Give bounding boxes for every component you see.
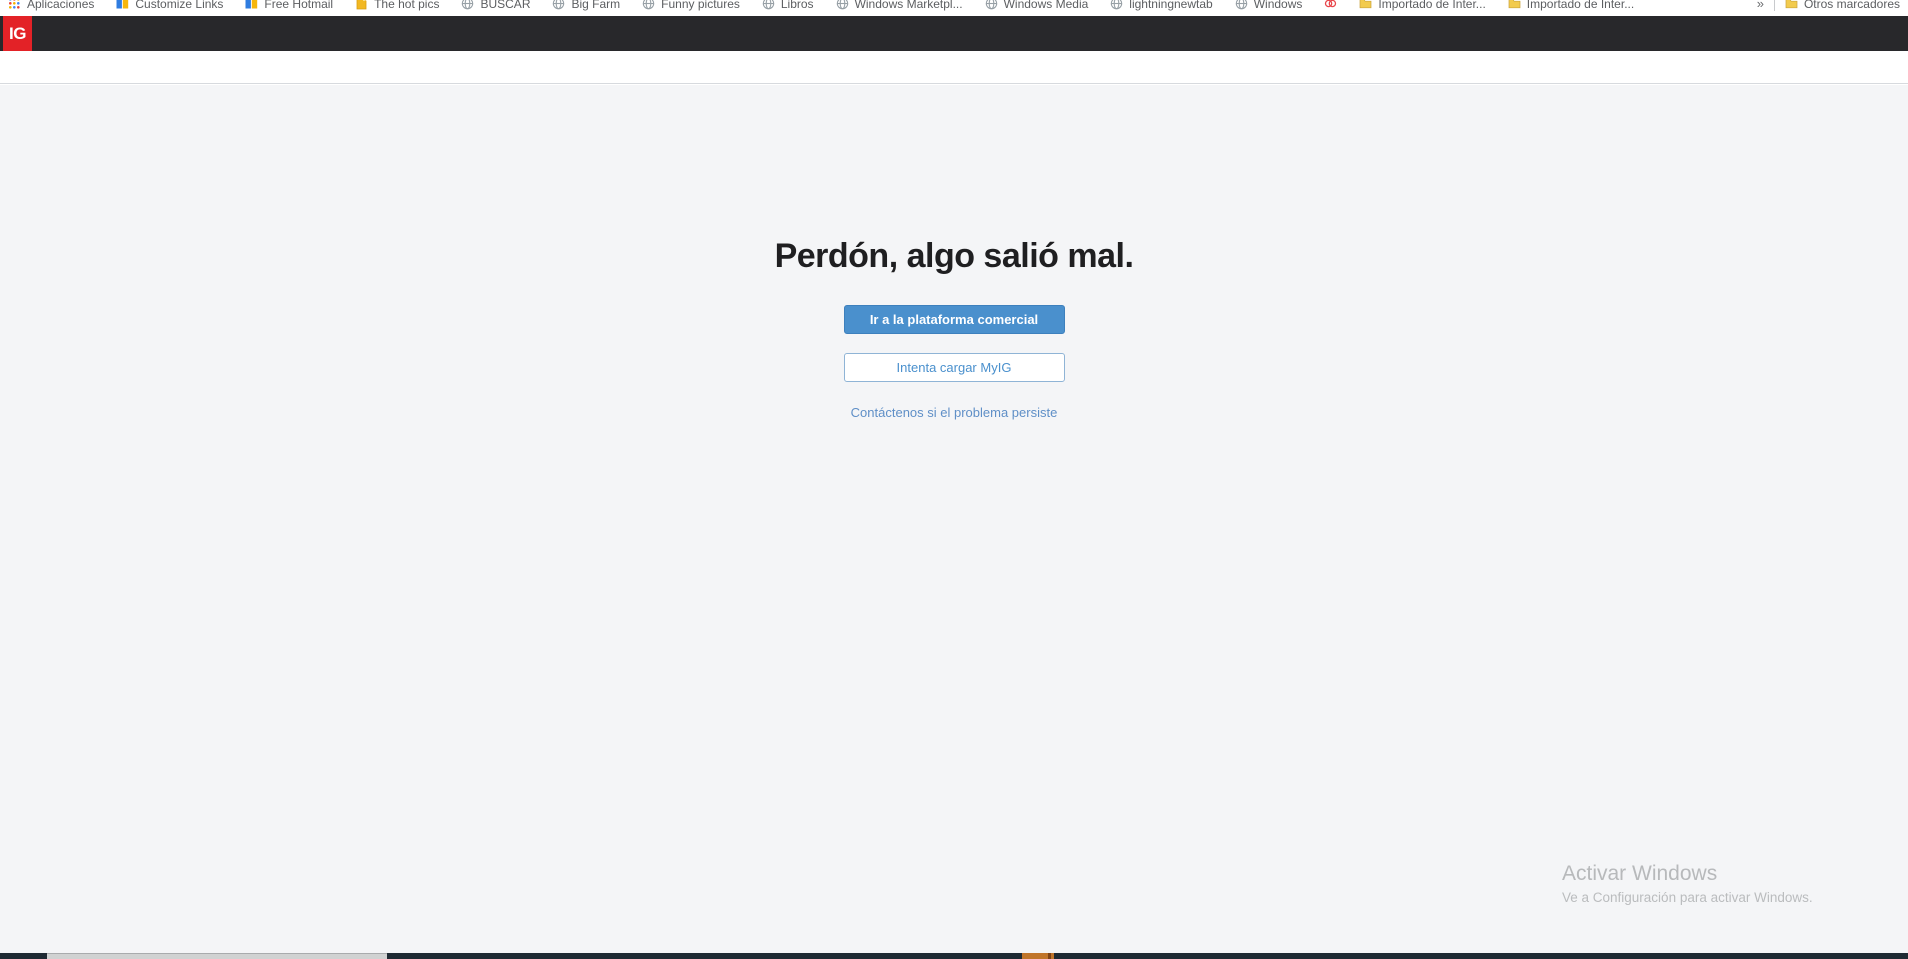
- bookmarks-row: Aplicaciones Customize Links Free Hotmail T…: [0, 0, 1908, 16]
- activate-windows-watermark: Activar Windows Ve a Configuración para …: [1562, 862, 1813, 905]
- watermark-subtitle: Ve a Configuración para activar Windows.: [1562, 890, 1813, 905]
- bookmark-label: Windows Marketpl...: [854, 0, 963, 11]
- bookmark-label: Windows Media: [1003, 0, 1089, 11]
- bookmark-item[interactable]: Importado de Inter...: [1359, 0, 1486, 11]
- bookmark-label: Funny pictures: [661, 0, 740, 11]
- error-block: Perdón, algo salió mal. Ir a la platafor…: [0, 236, 1908, 422]
- bookmark-item[interactable]: Big Farm: [552, 0, 620, 11]
- ig-logo[interactable]: IG: [3, 16, 32, 51]
- bookmark-item[interactable]: The hot pics: [355, 0, 439, 11]
- sub-header-band: [0, 51, 1908, 84]
- bookmark-item[interactable]: Windows: [1235, 0, 1303, 11]
- bookmark-label: Windows: [1253, 0, 1303, 11]
- ie-blue-yellow-icon: [245, 0, 258, 10]
- folder-icon: [1785, 0, 1798, 10]
- bookmark-item[interactable]: Funny pictures: [642, 0, 740, 11]
- bookmark-item[interactable]: Customize Links: [116, 0, 223, 11]
- orange-marker: [1022, 953, 1054, 959]
- watermark-title: Activar Windows: [1562, 862, 1718, 885]
- bookmark-item[interactable]: Aplicaciones: [8, 0, 94, 11]
- bottom-scrollbar-track: [0, 953, 1908, 959]
- bookmark-label: Free Hotmail: [264, 0, 334, 11]
- folder-icon: [1508, 0, 1521, 10]
- bookmarks-bar: Aplicaciones Customize Links Free Hotmail T…: [0, 0, 1908, 16]
- airbnb-icon: [1324, 0, 1337, 10]
- bookmark-label: Customize Links: [135, 0, 224, 11]
- globe-icon: [552, 0, 565, 10]
- bookmark-item[interactable]: Free Hotmail: [245, 0, 333, 11]
- bookmark-item[interactable]: Windows Marketpl...: [836, 0, 963, 11]
- app-header: IG: [0, 16, 1908, 51]
- globe-icon: [1110, 0, 1123, 10]
- other-bookmarks-button[interactable]: Otros marcadores: [1785, 0, 1900, 11]
- bookmark-label: BUSCAR: [480, 0, 531, 11]
- bookmarks-divider: [1773, 0, 1775, 11]
- globe-icon: [642, 0, 655, 10]
- bookmark-label: Importado de Inter...: [1526, 0, 1635, 11]
- bookmark-item[interactable]: Importado de Inter...: [1508, 0, 1634, 11]
- globe-icon: [836, 0, 849, 10]
- contact-us-link[interactable]: Contáctenos si el problema persiste: [851, 405, 1058, 420]
- globe-icon: [762, 0, 775, 10]
- go-to-platform-button[interactable]: Ir a la plataforma comercial: [843, 305, 1065, 334]
- bookmark-label: Big Farm: [571, 0, 621, 11]
- apps-grid-icon: [8, 0, 21, 10]
- yellow-page-icon: [355, 0, 368, 10]
- load-myig-button[interactable]: Intenta cargar MyIG: [843, 353, 1065, 382]
- bookmark-label: Aplicaciones: [27, 0, 95, 11]
- other-bookmarks-label: Otros marcadores: [1803, 0, 1900, 11]
- bookmark-label: Importado de Inter...: [1378, 0, 1486, 11]
- main-content: Perdón, algo salió mal. Ir a la platafor…: [0, 85, 1908, 953]
- globe-icon: [461, 0, 474, 10]
- ie-blue-yellow-icon: [116, 0, 129, 10]
- error-title: Perdón, algo salió mal.: [774, 237, 1134, 275]
- globe-icon: [1235, 0, 1248, 10]
- bookmarks-overflow-chevron[interactable]: »: [1757, 0, 1764, 11]
- bookmark-label: Libros: [780, 0, 814, 11]
- bookmark-label: lightningnewtab: [1129, 0, 1213, 11]
- scrollbar-thumb[interactable]: [47, 953, 387, 959]
- bookmark-item[interactable]: Libros: [762, 0, 814, 11]
- globe-icon: [985, 0, 998, 10]
- bookmark-item[interactable]: lightningnewtab: [1110, 0, 1213, 11]
- bookmark-item[interactable]: Windows Media: [985, 0, 1089, 11]
- bookmark-item[interactable]: BUSCAR: [461, 0, 530, 11]
- bookmark-item[interactable]: [1324, 0, 1337, 10]
- folder-icon: [1359, 0, 1372, 10]
- bookmark-label: The hot pics: [374, 0, 440, 11]
